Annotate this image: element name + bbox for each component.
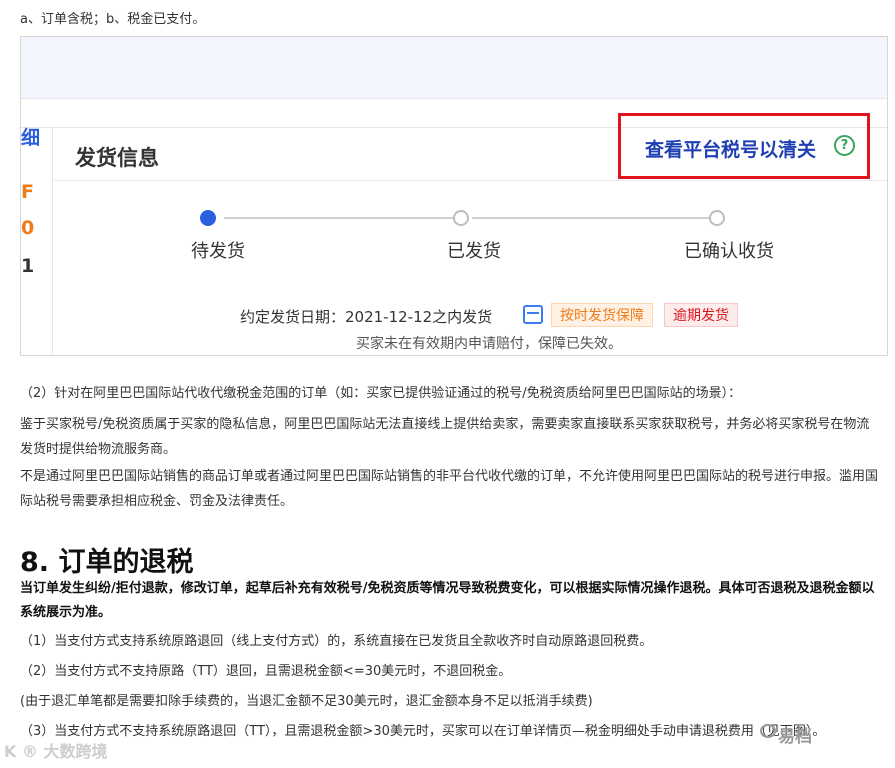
watermark-left: K ® 大数跨境 [4,742,108,761]
section-lead: 当订单发生纠纷/拒付退款，修改订单，起草后补充有效税号/免税资质等情况导致税费变… [20,581,875,620]
highlight-box: 查看平台税号以清关 ? [618,113,870,179]
embedded-left-column: 细 F 0 1 [21,127,53,355]
step-dot-shipped [453,210,469,226]
step-connector-1 [224,217,454,219]
watermark-right: 易档 [778,727,812,747]
help-icon[interactable]: ? [834,135,855,156]
left-glyph-1: 1 [21,255,35,277]
calendar-icon [523,305,543,324]
step-label-received: 已确认收货 [684,241,774,262]
intro-line: a、订单含税；b、税金已支付。 [20,12,206,27]
left-glyph-0: 0 [21,217,35,239]
late-shipment-badge: 逾期发货 [664,303,738,327]
shipping-info-title: 发货信息 [75,146,159,170]
ship-deadline: 约定发货日期：2021-12-12之内发货 [240,308,493,326]
refund-item-1: （1）当支付方式支持系统原路退回（线上支付方式）的，系统直接在已发货且全款收齐时… [20,634,653,649]
wechat-icon [760,724,776,738]
refund-note: (由于退汇单笔都是需要扣除手续费的，当退汇金额不足30美元时，退汇金额本身不足以… [20,694,593,709]
left-glyph-f: F [21,181,34,203]
guarantee-expired-note: 买家未在有效期内申请赔付，保障已失效。 [356,336,622,352]
refund-item-2: （2）当支付方式不支持原路（TT）退回，且需退税金额<=30美元时，不退回税金。 [20,664,512,679]
refund-item-3: （3）当支付方式不支持系统原路退回（TT），且需退税金额>30美元时，买家可以在… [20,724,826,739]
paragraph-case2-body: 鉴于买家税号/免税资质属于买家的隐私信息，阿里巴巴国际站无法直接线上提供给卖家，… [20,417,870,457]
section-heading-refund: 8. 订单的退税 [20,547,194,578]
view-platform-tax-id-link[interactable]: 查看平台税号以清关 [645,135,816,162]
ontime-guarantee-badge: 按时发货保障 [551,303,653,327]
step-label-pending: 待发货 [191,241,245,262]
step-connector-2 [472,217,712,219]
embedded-top-bar [21,37,887,99]
step-dot-pending [200,210,216,226]
step-dot-received [709,210,725,226]
step-label-shipped: 已发货 [447,241,501,262]
paragraph-case2-title: （2）针对在阿里巴巴国际站代收代缴税金范围的订单（如：买家已提供验证通过的税号/… [20,386,742,401]
left-glyph-detail: 细 [21,127,41,149]
paragraph-misuse: 不是通过阿里巴巴国际站销售的商品订单或者通过阿里巴巴国际站销售的非平台代收代缴的… [20,469,879,509]
embedded-screenshot: 细 F 0 1 发货信息 查看平台税号以清关 ? 待发货 已发货 已确认收货 约… [20,36,888,356]
